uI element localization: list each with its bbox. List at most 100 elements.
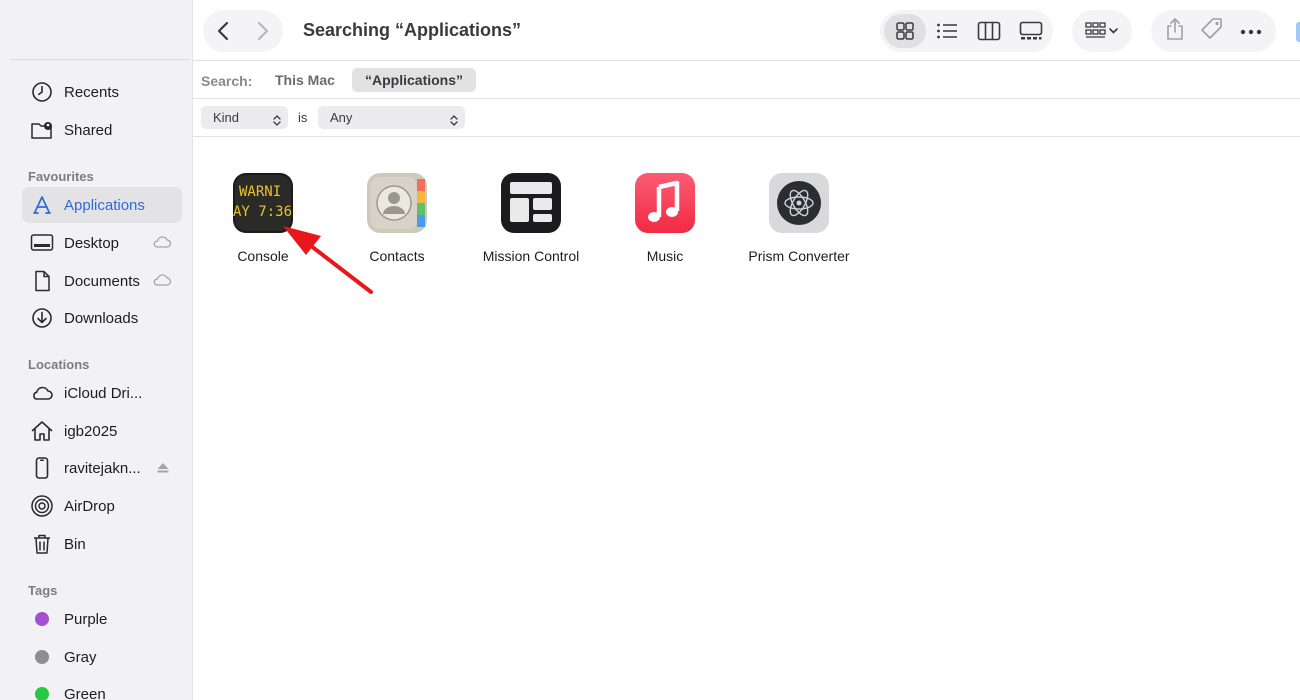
sidebar-item-recents[interactable]: Recents <box>22 74 182 110</box>
navigation-buttons <box>203 10 283 52</box>
list-icon <box>937 23 957 39</box>
sidebar-item-shared[interactable]: Shared <box>22 112 182 148</box>
sidebar-tag-green[interactable]: Green <box>22 676 182 700</box>
sidebar-item-label: iCloud Dri... <box>64 384 143 402</box>
app-item-music[interactable]: Music <box>598 171 732 264</box>
sidebar-item-label: Documents <box>64 272 140 290</box>
action-buttons <box>1151 10 1276 52</box>
console-icon-text-1: WARNI <box>239 184 281 200</box>
document-icon <box>30 269 54 293</box>
sidebar-item-label: Purple <box>64 610 108 628</box>
applications-icon <box>30 193 54 217</box>
favourites-header: Favourites <box>28 169 94 184</box>
value-popup-value: Any <box>330 110 353 125</box>
gallery-view-button[interactable] <box>1010 14 1052 48</box>
scope-applications-button[interactable]: “Applications” <box>352 68 477 92</box>
forward-button[interactable] <box>243 10 283 52</box>
console-icon-text-2: AY 7:36 <box>233 204 292 220</box>
locations-header: Locations <box>28 357 90 372</box>
prism-converter-icon <box>767 171 831 235</box>
attribute-popup-value: Kind <box>213 110 240 125</box>
sidebar-item-label: Bin <box>64 535 86 553</box>
tag-color-dot <box>30 682 54 700</box>
app-name: Mission Control <box>482 248 580 264</box>
sidebar-item-downloads[interactable]: Downloads <box>22 300 182 336</box>
sidebar-item-desktop[interactable]: Desktop <box>22 225 182 261</box>
app-item-console[interactable]: WARNI AY 7:36 Console <box>196 171 330 264</box>
window-edge-icon <box>1296 22 1300 42</box>
sidebar-item-label: Applications <box>64 196 145 214</box>
sidebar-item-label: igb2025 <box>64 422 118 440</box>
home-icon <box>30 419 54 443</box>
results-grid: WARNI AY 7:36 Console Contacts Mission C… <box>193 137 1300 700</box>
operator-label: is <box>298 110 308 125</box>
more-icon <box>1240 29 1262 35</box>
sidebar-item-label: Shared <box>64 121 113 139</box>
updown-chevron-icon <box>450 111 458 134</box>
app-item-mission-control[interactable]: Mission Control <box>464 171 598 264</box>
sidebar-item-label: ravitejakn... <box>64 459 141 477</box>
scope-this-mac-button[interactable]: This Mac <box>275 72 335 88</box>
tags-header: Tags <box>28 583 58 598</box>
share-icon <box>1167 17 1183 40</box>
tag-color-dot <box>30 607 54 631</box>
sidebar-item-label: AirDrop <box>64 497 115 515</box>
sidebar-titlebar-area <box>10 8 190 60</box>
sidebar-item-label: Downloads <box>64 309 139 327</box>
chevron-right-icon <box>257 21 269 41</box>
sidebar-item-documents[interactable]: Documents <box>22 263 182 299</box>
shared-folder-icon <box>30 118 54 142</box>
mission-control-icon <box>499 171 563 235</box>
sidebar-tag-purple[interactable]: Purple <box>22 601 182 637</box>
iphone-icon <box>30 456 54 480</box>
sidebar-item-label: Green <box>64 685 106 700</box>
clock-icon <box>30 80 54 104</box>
app-name: Prism Converter <box>748 248 850 264</box>
sidebar-item-label: Gray <box>64 648 97 666</box>
app-name: Contacts <box>369 248 425 264</box>
columns-icon <box>977 21 1001 41</box>
icloud-status-icon <box>152 273 172 292</box>
sidebar-item-label: Recents <box>64 83 120 101</box>
sidebar-item-applications[interactable]: Applications <box>22 187 182 223</box>
sidebar-item-iphone[interactable]: ravitejakn... <box>22 450 182 486</box>
search-scope-bar: Search: This Mac “Applications” <box>193 61 1300 99</box>
gallery-icon <box>1019 21 1043 40</box>
view-mode-selector <box>880 10 1053 52</box>
trash-icon <box>30 532 54 556</box>
more-button[interactable] <box>1240 22 1262 40</box>
app-name: Console <box>237 248 289 264</box>
sidebar-item-label: Desktop <box>64 234 120 252</box>
group-by-button[interactable] <box>1072 10 1132 52</box>
grid-icon <box>896 22 914 40</box>
console-icon: WARNI AY 7:36 <box>231 171 295 235</box>
download-icon <box>30 306 54 330</box>
music-icon <box>633 171 697 235</box>
app-item-contacts[interactable]: Contacts <box>330 171 464 264</box>
contacts-icon <box>365 171 429 235</box>
chevron-left-icon <box>217 21 229 41</box>
column-view-button[interactable] <box>968 14 1010 48</box>
sidebar-item-icloud-drive[interactable]: iCloud Dri... <box>22 375 182 411</box>
sidebar: Recents Shared Favourites Applications D… <box>0 0 193 700</box>
toolbar: Searching “Applications” <box>193 0 1300 61</box>
window-title: Searching “Applications” <box>303 20 522 40</box>
app-item-prism-converter[interactable]: Prism Converter <box>732 171 866 264</box>
search-scope-label: Search: <box>201 73 253 89</box>
attribute-popup[interactable]: Kind <box>201 106 288 129</box>
search-criteria-bar: Kind is Any <box>193 99 1300 137</box>
sidebar-item-airdrop[interactable]: AirDrop <box>22 488 182 524</box>
icloud-status-icon <box>152 235 172 254</box>
updown-chevron-icon <box>273 111 281 134</box>
value-popup[interactable]: Any <box>318 106 465 129</box>
list-view-button[interactable] <box>926 14 968 48</box>
back-button[interactable] <box>203 10 243 52</box>
sidebar-item-home[interactable]: igb2025 <box>22 413 182 449</box>
sidebar-item-bin[interactable]: Bin <box>22 526 182 562</box>
eject-icon[interactable] <box>156 461 170 479</box>
share-button[interactable] <box>1165 17 1185 46</box>
icon-view-button[interactable] <box>884 14 926 48</box>
tag-button[interactable] <box>1200 17 1224 46</box>
sidebar-tag-gray[interactable]: Gray <box>22 639 182 675</box>
app-name: Music <box>646 248 684 264</box>
